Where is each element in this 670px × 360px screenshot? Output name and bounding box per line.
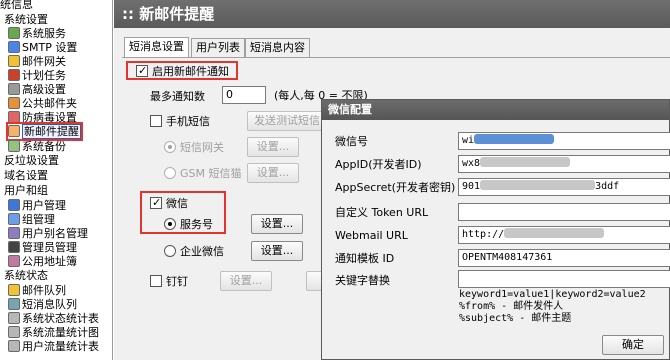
redacted-value: [474, 134, 555, 144]
gsm-settings-button[interactable]: 设置...: [247, 163, 299, 183]
gateway-icon: [8, 55, 20, 67]
schedule-icon: [8, 69, 20, 81]
advanced-settings-icon: [8, 83, 20, 95]
smtp-icon: [8, 41, 20, 53]
wechat-id-input[interactable]: wi: [458, 132, 670, 150]
tree-item-system-status[interactable]: 系统状态: [4, 268, 48, 283]
chart-icon: [8, 326, 20, 338]
tree-item-admin-management[interactable]: 管理员管理: [8, 240, 77, 255]
keyword-help-text: keyword1=value1|keyword2=value2 %from% -…: [459, 289, 646, 324]
user-stats-icon: [8, 340, 20, 352]
tree-item-backup[interactable]: 系统备份: [8, 139, 66, 154]
tab-sms-settings[interactable]: 短消息设置: [124, 37, 189, 58]
public-folder-icon: [8, 97, 20, 109]
enterprise-wechat-radio[interactable]: [164, 245, 176, 257]
max-notify-label: 最多通知数: [150, 90, 205, 103]
dingtalk-row[interactable]: 钉钉: [150, 274, 188, 290]
redacted-value: [504, 228, 605, 238]
appid-input[interactable]: wx8: [458, 155, 670, 173]
tree-item-mail-queue[interactable]: 邮件队列: [8, 283, 66, 298]
tree-item-group-management[interactable]: 组管理: [8, 212, 55, 227]
enterprise-wechat-option[interactable]: 企业微信: [164, 244, 224, 260]
dingtalk-checkbox[interactable]: [150, 275, 162, 287]
dialog-title: 微信配置: [322, 100, 669, 120]
tree-item-smtp[interactable]: SMTP 设置: [8, 40, 77, 55]
redacted-value: [480, 180, 596, 190]
tree-item-advanced[interactable]: 高级设置: [8, 82, 66, 97]
sms-gateway-radio[interactable]: [164, 141, 176, 153]
tree-item-address-book[interactable]: 公用地址簿: [8, 254, 77, 269]
webmail-url-input[interactable]: http://: [458, 226, 670, 244]
template-id-label: 通知模板 ID: [335, 252, 395, 265]
tree-item-public-folder[interactable]: 公共邮件夹: [8, 96, 77, 111]
redacted-value: [480, 157, 571, 167]
tree-item-user-management[interactable]: 用户管理: [8, 198, 66, 213]
appsecret-input[interactable]: 901 3ddf: [458, 178, 670, 196]
service-account-option[interactable]: 服务号: [164, 217, 213, 233]
stats-icon: [8, 312, 20, 324]
address-book-icon: [8, 255, 20, 267]
tree-item-domain[interactable]: 域名设置: [4, 168, 48, 183]
token-url-input[interactable]: [458, 203, 670, 221]
page-title: :: 新邮件提醒: [114, 0, 670, 28]
mobile-sms-row[interactable]: 手机短信: [150, 114, 210, 130]
tree-item-antispam[interactable]: 反垃圾设置: [4, 153, 59, 168]
appsecret-label: AppSecret(开发者密钥): [335, 181, 456, 194]
template-id-input[interactable]: OPENTM408147361: [458, 249, 670, 267]
tree-item-alias-management[interactable]: 用户别名管理: [8, 226, 88, 241]
service-icon: [8, 27, 20, 39]
service-account-radio[interactable]: [164, 218, 176, 230]
keyword-replace-input[interactable]: [458, 270, 670, 288]
dingtalk-settings-button[interactable]: 设置...: [220, 271, 272, 291]
tree-item-users-groups[interactable]: 用户和组: [4, 183, 48, 198]
keyword-replace-label: 关键字替换: [335, 274, 390, 287]
mail-queue-icon: [8, 284, 20, 296]
wechat-row[interactable]: 微信: [150, 195, 188, 212]
service-account-settings-button[interactable]: 设置...: [251, 214, 303, 234]
tree-item-user-traffic[interactable]: 用户流量统计表: [8, 339, 99, 354]
antivirus-icon: [8, 111, 20, 123]
user-icon: [8, 199, 20, 211]
gsm-modem-option[interactable]: GSM 短信猫: [164, 166, 242, 182]
token-url-label: 自定义 Token URL: [335, 206, 429, 219]
enterprise-wechat-settings-button[interactable]: 设置...: [251, 241, 303, 261]
wechat-checkbox[interactable]: [150, 195, 162, 211]
tree-item-system-settings[interactable]: 系统设置: [4, 12, 48, 27]
max-notify-input[interactable]: 0: [222, 86, 266, 104]
tree-item-new-mail-alert[interactable]: 新邮件提醒: [6, 122, 83, 141]
navigation-tree: 统信息 系统设置 系统服务 SMTP 设置 邮件网关 计划任务 高级设置 公共邮…: [0, 0, 113, 360]
webmail-url-label: Webmail URL: [335, 229, 408, 242]
tab-user-list[interactable]: 用户列表: [191, 38, 245, 57]
wechat-config-dialog: 微信配置 微信号 wi AppID(开发者ID) wx8 AppSecret(开…: [321, 99, 670, 360]
tree-item-sms-queue[interactable]: 短消息队列: [8, 297, 77, 312]
ok-button[interactable]: 确定: [602, 335, 664, 355]
appid-label: AppID(开发者ID): [335, 158, 422, 171]
enable-notification-row[interactable]: 启用新邮件通知: [136, 63, 229, 80]
tree-item-mail-gateway[interactable]: 邮件网关: [8, 54, 66, 69]
sms-queue-icon: [8, 298, 20, 310]
tree-item-scheduled-tasks[interactable]: 计划任务: [8, 68, 66, 83]
new-mail-alert-icon: [8, 125, 20, 137]
admin-icon: [8, 241, 20, 253]
gsm-modem-radio[interactable]: [164, 167, 176, 179]
group-icon: [8, 213, 20, 225]
tree-item-system-services[interactable]: 系统服务: [8, 26, 66, 41]
tree-item-status-stats[interactable]: 系统状态统计表: [8, 311, 99, 326]
tree-item-antivirus[interactable]: 防病毒设置: [8, 110, 77, 125]
backup-icon: [8, 140, 20, 152]
wechat-id-label: 微信号: [335, 135, 368, 148]
tree-item-system-info[interactable]: 统信息: [0, 0, 33, 12]
send-test-sms-button[interactable]: 发送测试短信: [247, 111, 327, 131]
tab-sms-content[interactable]: 短消息内容: [245, 38, 310, 57]
alias-icon: [8, 227, 20, 239]
sms-gateway-settings-button[interactable]: 设置...: [247, 137, 299, 157]
tree-item-traffic-chart[interactable]: 系统流量统计图: [8, 325, 99, 340]
tab-divider: [122, 57, 670, 58]
sms-gateway-option[interactable]: 短信网关: [164, 140, 224, 156]
mobile-sms-checkbox[interactable]: [150, 115, 162, 127]
enable-notification-checkbox[interactable]: [136, 63, 148, 79]
